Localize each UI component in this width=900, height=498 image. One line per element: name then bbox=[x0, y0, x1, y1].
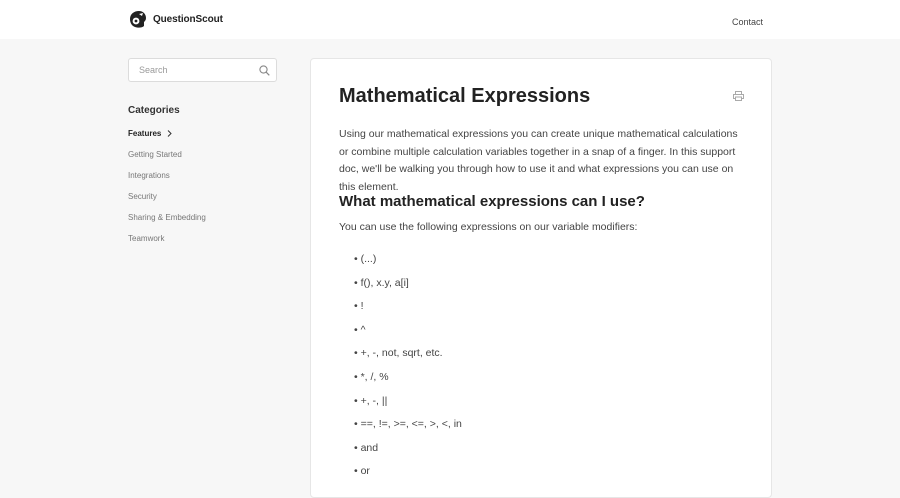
modifier-text: *, /, % bbox=[360, 370, 389, 383]
article-intro: Using our mathematical expressions you c… bbox=[339, 128, 738, 193]
modifier-text: +, -, || bbox=[360, 394, 388, 407]
list-item: • *, /, % bbox=[354, 370, 389, 383]
categories-heading: Categories bbox=[128, 105, 180, 116]
modifier-list: • (...) • f(), x.y, a[i] • ! • ^ • +, -,… bbox=[354, 253, 462, 489]
modifier-text: or bbox=[360, 465, 370, 478]
list-item: • or bbox=[354, 465, 370, 478]
sidebar-item-getting-started[interactable]: Getting Started bbox=[128, 149, 206, 170]
modifier-text: ^ bbox=[360, 323, 366, 336]
modifier-text: and bbox=[360, 441, 379, 454]
list-item: • ! bbox=[354, 300, 364, 313]
sidebar-item-label: Sharing & Embedding bbox=[128, 213, 206, 222]
sidebar-item-security[interactable]: Security bbox=[128, 191, 206, 212]
category-list: Features Getting Started Integrations Se… bbox=[128, 128, 206, 254]
list-item: • ==, !=, >=, <=, >, <, in bbox=[354, 418, 462, 431]
print-icon[interactable] bbox=[733, 91, 744, 101]
questionscout-logo-icon bbox=[130, 11, 146, 28]
sidebar-item-label: Getting Started bbox=[128, 150, 182, 159]
site-header: QuestionScout Contact bbox=[0, 0, 900, 39]
sidebar-item-features[interactable]: Features bbox=[128, 128, 206, 149]
list-item: • f(), x.y, a[i] bbox=[354, 276, 409, 289]
contact-link[interactable]: Contact bbox=[732, 17, 763, 27]
sidebar-item-label: Features bbox=[128, 129, 162, 138]
list-item: • ^ bbox=[354, 323, 366, 336]
article-card: Mathematical Expressions Using our mathe… bbox=[310, 58, 772, 498]
chevron-right-icon bbox=[168, 130, 173, 137]
modifier-text: ==, !=, >=, <=, >, <, in bbox=[360, 418, 462, 431]
brand-logo[interactable]: QuestionScout bbox=[128, 10, 223, 29]
section-text: You can use the following expressions on… bbox=[339, 221, 638, 233]
list-item: • (...) bbox=[354, 253, 377, 265]
modifier-text: +, -, not, sqrt, etc. bbox=[360, 347, 443, 360]
sidebar-item-sharing-embedding[interactable]: Sharing & Embedding bbox=[128, 212, 206, 233]
search-icon[interactable] bbox=[259, 65, 270, 76]
list-item: • and bbox=[354, 441, 379, 454]
modifier-text: f(), x.y, a[i] bbox=[360, 276, 409, 289]
search-box[interactable] bbox=[128, 58, 277, 82]
modifier-text: ! bbox=[360, 300, 364, 313]
section-heading: What mathematical expressions can I use? bbox=[339, 193, 645, 210]
sidebar-item-teamwork[interactable]: Teamwork bbox=[128, 233, 206, 254]
sidebar-item-label: Security bbox=[128, 192, 157, 201]
list-item: • +, -, || bbox=[354, 394, 388, 407]
list-item: • +, -, not, sqrt, etc. bbox=[354, 347, 443, 360]
sidebar-item-label: Teamwork bbox=[128, 234, 165, 243]
article-title: Mathematical Expressions bbox=[339, 85, 591, 107]
brand-name: QuestionScout bbox=[153, 14, 223, 25]
sidebar-item-integrations[interactable]: Integrations bbox=[128, 170, 206, 191]
modifier-text: (...) bbox=[360, 253, 377, 265]
search-input[interactable] bbox=[137, 63, 247, 77]
sidebar-item-label: Integrations bbox=[128, 171, 170, 180]
